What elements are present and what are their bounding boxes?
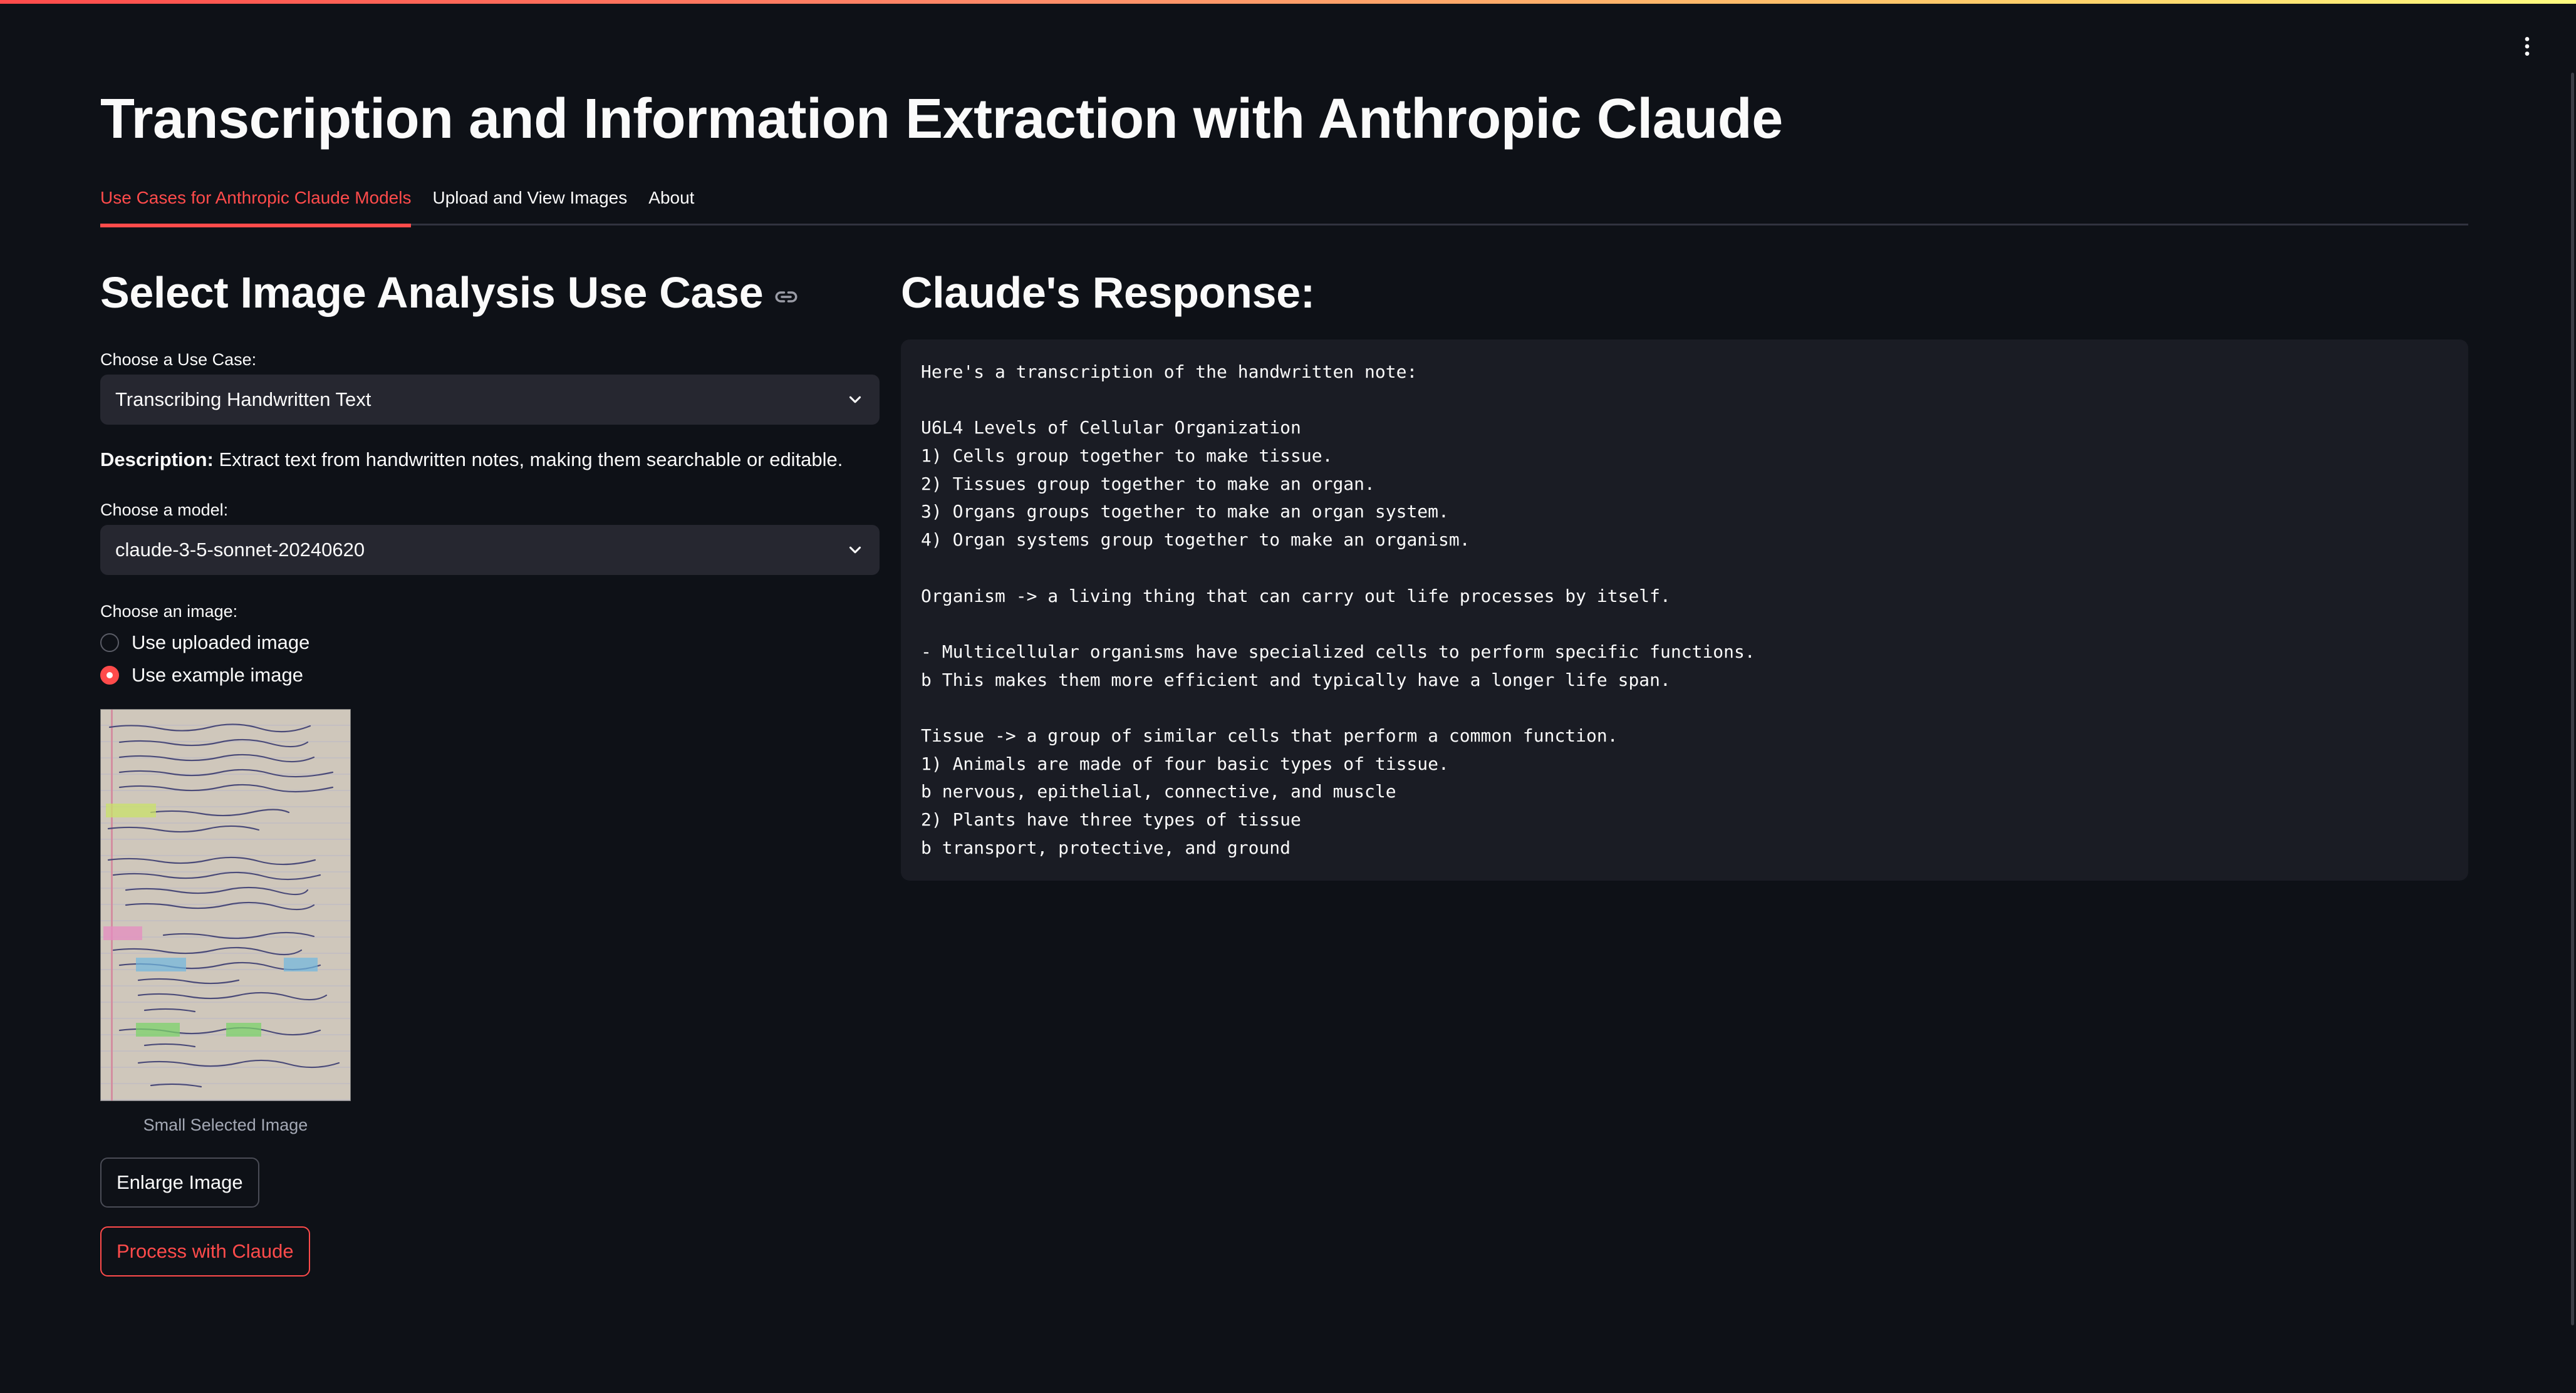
response-line: U6L4 Levels of Cellular Organization [921, 417, 1301, 438]
response-line: b nervous, epithelial, connective, and m… [921, 781, 1396, 802]
use-case-description: Description: Extract text from handwritt… [100, 446, 880, 474]
top-decoration-bar [0, 0, 2576, 4]
image-choice-label: Choose an image: [100, 602, 238, 621]
thumbnail-caption: Small Selected Image [143, 1116, 308, 1134]
response-line: Here's a transcription of the handwritte… [921, 361, 1418, 382]
right-column: Claude's Response: Here's a transcriptio… [901, 251, 2468, 881]
radio-use-example-image[interactable]: Use example image [100, 659, 880, 691]
radio-use-uploaded-image[interactable]: Use uploaded image [100, 626, 880, 659]
response-code-block[interactable]: Here's a transcription of the handwritte… [901, 339, 2468, 881]
response-line: 2) Tissues group together to make an org… [921, 473, 1375, 494]
tab-about[interactable]: About [648, 182, 694, 225]
response-line: 1) Animals are made of four basic types … [921, 753, 1449, 774]
description-label: Description: [100, 448, 214, 470]
main-menu-button[interactable] [2511, 33, 2543, 60]
handwritten-note-image [103, 723, 340, 1088]
radio-circle-selected[interactable] [100, 666, 119, 685]
description-text: Extract text from handwritten notes, mak… [213, 448, 843, 470]
response-line: 1) Cells group together to make tissue. [921, 445, 1333, 467]
response-line: 4) Organ systems group together to make … [921, 529, 1470, 551]
tab-use-cases[interactable]: Use Cases for Anthropic Claude Models [100, 182, 412, 227]
scrollbar-thumb[interactable] [2571, 73, 2574, 1325]
page-title: Transcription and Information Extraction… [100, 88, 1783, 150]
model-select-value: claude-3-5-sonnet-20240620 [115, 539, 365, 561]
radio-circle[interactable] [100, 633, 119, 652]
kebab-menu-icon [2525, 37, 2530, 56]
tab-bar: Use Cases for Anthropic Claude Models Up… [100, 182, 2468, 227]
response-line: b This makes them more efficient and typ… [921, 669, 1671, 690]
response-line: - Multicellular organisms have specializ… [921, 641, 1755, 662]
radio-label: Use uploaded image [132, 631, 310, 653]
response-line [921, 554, 2448, 583]
response-line: b transport, protective, and ground [921, 837, 1291, 858]
response-line [921, 386, 2448, 415]
response-line [921, 610, 2448, 638]
use-case-heading: Select Image Analysis Use Case [100, 251, 880, 334]
enlarge-image-button[interactable]: Enlarge Image [100, 1157, 259, 1208]
link-icon[interactable] [773, 284, 799, 310]
use-case-heading-text: Select Image Analysis Use Case [100, 268, 764, 317]
use-case-select[interactable]: Transcribing Handwritten Text [100, 375, 880, 425]
response-line: 3) Organs groups together to make an org… [921, 501, 1449, 522]
use-case-label: Choose a Use Case: [100, 350, 257, 369]
radio-label: Use example image [132, 664, 303, 686]
response-line [921, 694, 2448, 722]
model-label: Choose a model: [100, 500, 229, 519]
chevron-down-icon [849, 546, 861, 554]
tab-upload-view-images[interactable]: Upload and View Images [432, 182, 627, 225]
use-case-select-value: Transcribing Handwritten Text [115, 388, 371, 410]
model-select[interactable]: claude-3-5-sonnet-20240620 [100, 525, 880, 575]
response-heading: Claude's Response: [901, 268, 1315, 317]
response-line: Tissue -> a group of similar cells that … [921, 725, 1618, 746]
response-line: 2) Plants have three types of tissue [921, 809, 1301, 830]
left-column: Select Image Analysis Use Case Choose a … [100, 251, 880, 1276]
response-line: Organism -> a living thing that can carr… [921, 585, 1671, 606]
chevron-down-icon [849, 396, 861, 403]
example-image-thumbnail[interactable] [100, 709, 351, 1101]
process-with-claude-button[interactable]: Process with Claude [100, 1226, 310, 1276]
